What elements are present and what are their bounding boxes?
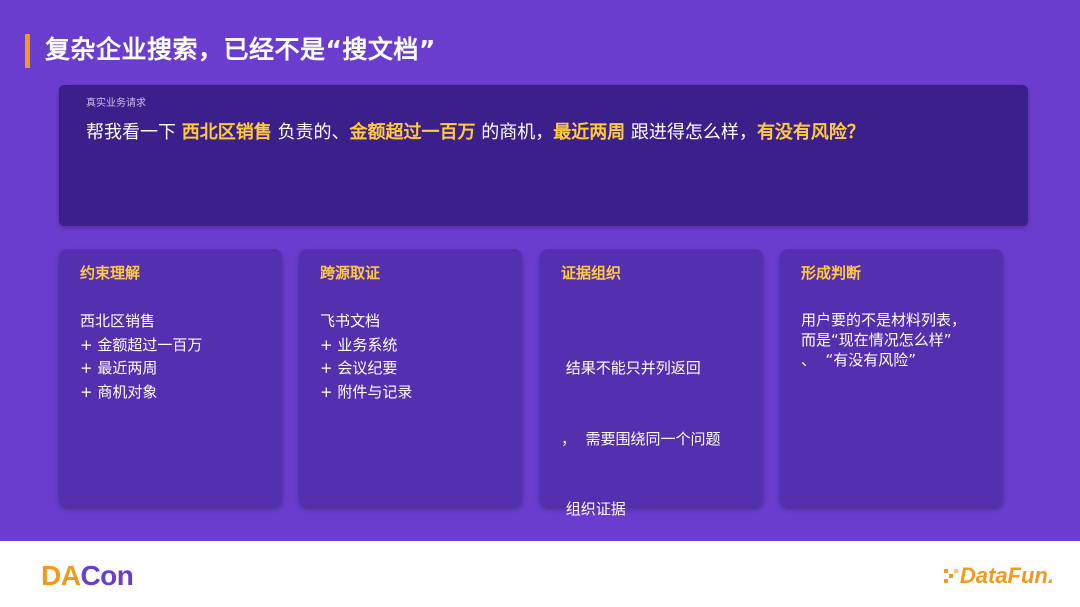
card-line: 西北区销售 [80, 312, 156, 330]
card-body: 用户要的不是材料列表， 而是“现在情况怎么样” 、 “有没有风险” [801, 310, 993, 370]
footer [0, 541, 1080, 607]
card-line: 用户要的不是材料列表， [801, 311, 967, 329]
request-box: 真实业务请求 帮我看一下 西北区销售 负责的、金额超过一百万 的商机，最近两周 … [59, 85, 1028, 226]
request-label: 真实业务请求 [86, 98, 146, 109]
request-highlight: 西北区销售 [181, 122, 272, 143]
request-highlight: 金额超过一百万 [349, 122, 476, 143]
card-title: 证据组织 [561, 264, 622, 282]
dacon-logo: DACon [41, 560, 134, 592]
request-highlight: 有没有风险？ [756, 122, 865, 143]
card-line: + 附件与记录 [320, 382, 413, 401]
card-line: 、 “有没有风险” [801, 351, 917, 369]
card-line: + 会议纪要 [320, 359, 398, 377]
card-constraint-understanding: 约束理解 西北区销售 + 金额超过一百万 + 最近两周 + 商机对象 [59, 249, 282, 506]
request-segment: 帮我看一下 [86, 122, 182, 143]
card-body: 结果不能只并列返回 ， 需要围绕同一个问题 组织证据 [561, 310, 753, 569]
dacon-logo-da: DA [41, 560, 81, 591]
card-title: 形成判断 [801, 264, 862, 282]
card-line: 而是“现在情况怎么样” [801, 331, 952, 349]
request-highlight: 最近两周 [553, 122, 626, 143]
card-evidence-organization: 证据组织 结果不能只并列返回 ， 需要围绕同一个问题 组织证据 [540, 249, 763, 518]
slide: 复杂企业搜索，已经不是“搜文档” 真实业务请求 帮我看一下 西北区销售 负责的、… [0, 0, 1080, 541]
request-segment: 跟进得怎么样， [625, 122, 757, 143]
card-form-judgment: 形成判断 用户要的不是材料列表， 而是“现在情况怎么样” 、 “有没有风险” [780, 249, 1003, 506]
card-cross-source-evidence: 跨源取证 飞书文档 + 业务系统 + 会议纪要 + 附件与记录 [299, 249, 522, 506]
card-title: 约束理解 [80, 264, 141, 282]
card-line: + 最近两周 [80, 359, 158, 377]
dacon-logo-con: Con [80, 560, 134, 591]
card-body: 西北区销售 + 金额超过一百万 + 最近两周 + 商机对象 [80, 310, 272, 404]
request-text: 帮我看一下 西北区销售 负责的、金额超过一百万 的商机，最近两周 跟进得怎么样，… [86, 118, 865, 144]
request-segment: 负责的、 [271, 122, 350, 143]
card-title: 跨源取证 [320, 264, 381, 282]
card-line: ， 需要围绕同一个问题 [561, 429, 721, 448]
card-line: 组织证据 [561, 500, 626, 518]
datafun-logo-text: DataFun. [959, 563, 1054, 588]
card-line: 结果不能只并列返回 [561, 359, 701, 377]
card-line: 飞书文档 [320, 312, 381, 330]
datafun-logo: DataFun. [943, 563, 1054, 589]
card-line: + 商机对象 [80, 382, 158, 401]
card-line: + 业务系统 [320, 335, 398, 354]
title-accent-bar [25, 34, 30, 68]
request-segment: 的商机， [475, 122, 554, 143]
datafun-mark-icon [943, 569, 958, 583]
card-line: + 金额超过一百万 [80, 335, 203, 354]
card-body: 飞书文档 + 业务系统 + 会议纪要 + 附件与记录 [320, 310, 512, 404]
slide-title: 复杂企业搜索，已经不是“搜文档” [45, 35, 436, 64]
